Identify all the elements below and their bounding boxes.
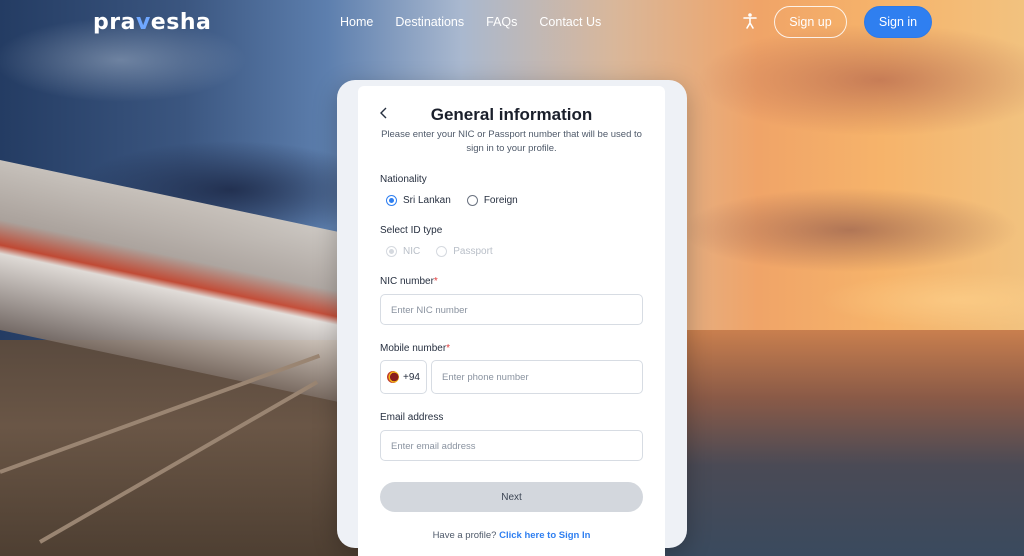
mobile-number-label: Mobile number* bbox=[380, 343, 451, 354]
nationality-radio-group: Sri Lankan Foreign bbox=[386, 195, 528, 206]
sign-in-button[interactable]: Sign in bbox=[864, 6, 932, 38]
phone-number-input[interactable]: Enter phone number bbox=[431, 360, 643, 394]
logo-pin: v bbox=[135, 10, 151, 35]
radio-nic-label: NIC bbox=[403, 246, 421, 257]
radio-passport-label: Passport bbox=[453, 246, 493, 257]
sign-up-button[interactable]: Sign up bbox=[774, 6, 847, 38]
main-nav: Home Destinations FAQs Contact Us bbox=[340, 15, 601, 29]
radio-passport[interactable] bbox=[436, 246, 448, 257]
accessibility-icon[interactable] bbox=[741, 12, 759, 30]
logo[interactable]: pravesha bbox=[93, 10, 211, 35]
country-code: +94 bbox=[403, 371, 420, 383]
radio-foreign-label: Foreign bbox=[483, 195, 518, 206]
nav-faqs[interactable]: FAQs bbox=[486, 15, 517, 29]
required-asterisk: * bbox=[446, 343, 451, 354]
page-subtitle: Please enter your NIC or Passport number… bbox=[381, 129, 642, 154]
sign-in-link[interactable]: Click here to Sign In bbox=[499, 530, 590, 541]
email-address-input[interactable]: Enter email address bbox=[380, 430, 643, 461]
radio-sri-lankan-label: Sri Lankan bbox=[403, 195, 451, 206]
id-type-radio-group: NIC Passport bbox=[386, 246, 503, 257]
page-title: General information bbox=[430, 105, 593, 124]
nic-number-label: NIC number* bbox=[380, 276, 438, 287]
next-button[interactable]: Next bbox=[380, 482, 643, 512]
nationality-label: Nationality bbox=[380, 174, 427, 185]
id-type-label: Select ID type bbox=[380, 225, 443, 236]
radio-sri-lankan[interactable] bbox=[386, 195, 397, 206]
country-code-select[interactable]: +94 bbox=[380, 360, 427, 394]
radio-nic[interactable] bbox=[386, 246, 397, 257]
nav-destinations[interactable]: Destinations bbox=[395, 15, 464, 29]
sri-lanka-flag-icon bbox=[387, 371, 400, 383]
nav-contact-us[interactable]: Contact Us bbox=[539, 15, 601, 29]
nic-number-input[interactable]: Enter NIC number bbox=[380, 294, 643, 325]
top-header: pravesha Home Destinations FAQs Contact … bbox=[0, 0, 1024, 44]
nav-home[interactable]: Home bbox=[340, 15, 373, 29]
background-sea bbox=[660, 330, 1024, 556]
radio-foreign[interactable] bbox=[466, 195, 478, 206]
required-asterisk: * bbox=[433, 276, 438, 287]
email-address-label: Email address bbox=[380, 412, 444, 423]
sign-in-prompt: Have a profile? Click here to Sign In bbox=[432, 530, 591, 541]
general-information-form: General information Please enter your NI… bbox=[358, 86, 665, 556]
